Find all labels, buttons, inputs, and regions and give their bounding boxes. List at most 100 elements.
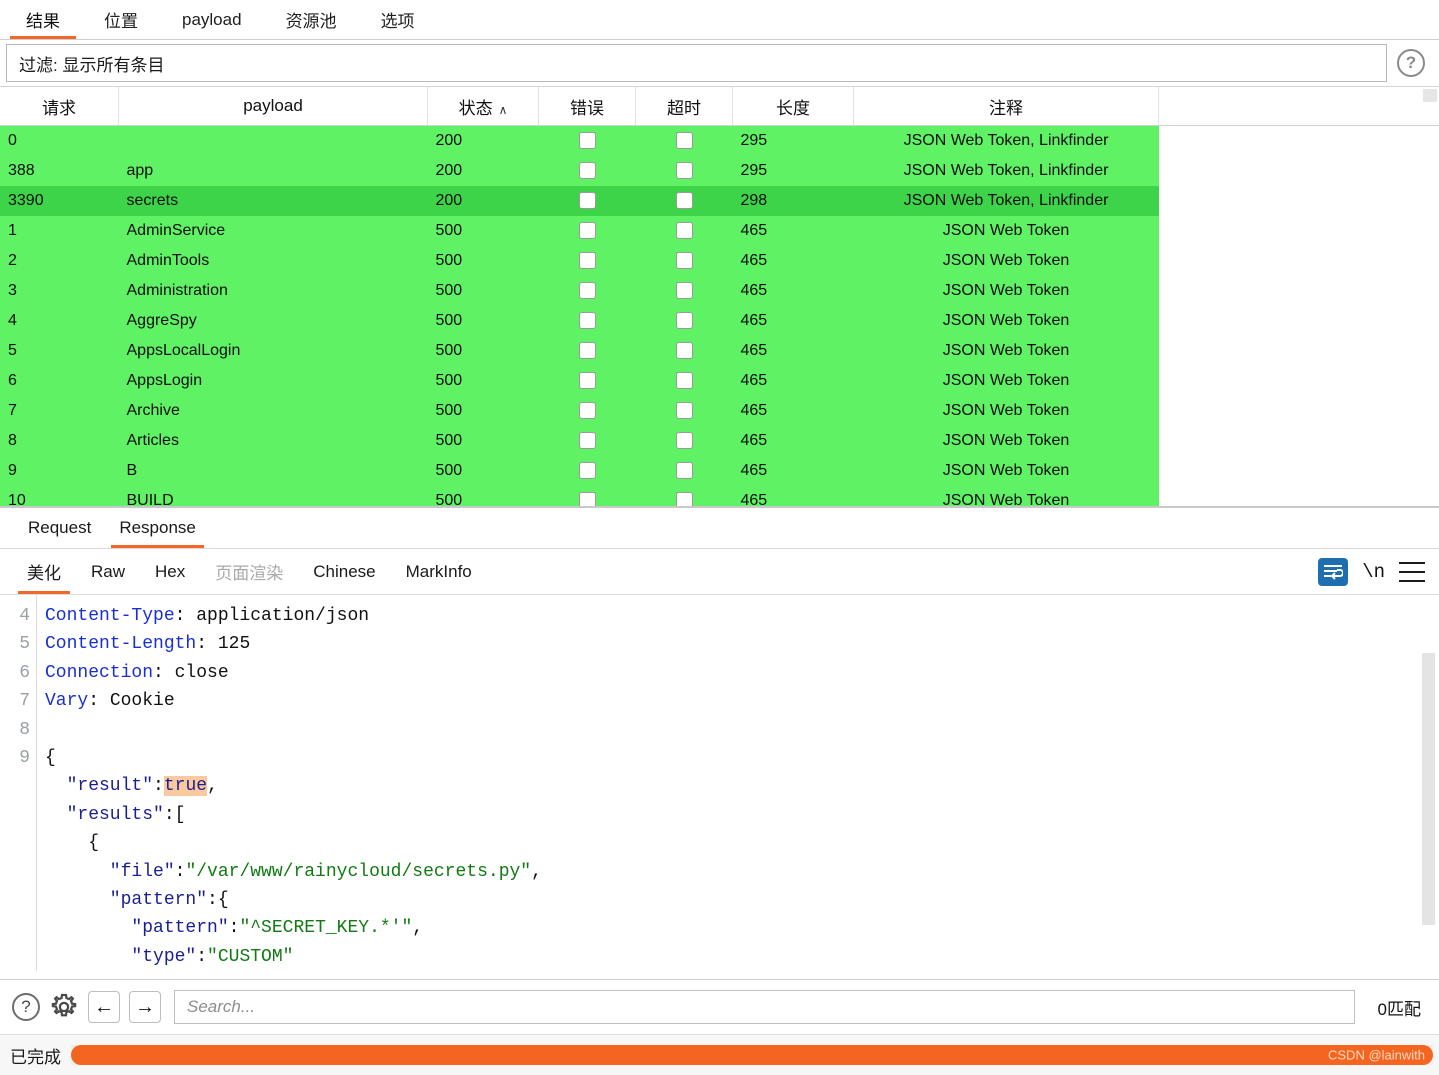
timeout-checkbox[interactable]	[675, 342, 693, 360]
error-checkbox[interactable]	[578, 132, 596, 150]
cell-status: 500	[435, 432, 463, 449]
tab-pretty[interactable]: 美化	[12, 549, 76, 594]
search-next-button[interactable]: →	[129, 991, 161, 1023]
timeout-checkbox[interactable]	[675, 132, 693, 150]
timeout-checkbox[interactable]	[675, 162, 693, 180]
table-row[interactable]: 9 B 500 465 JSON Web Token	[0, 456, 1439, 486]
results-vertical-scrollbar[interactable]	[1423, 89, 1437, 102]
code-token: "results"	[45, 804, 164, 825]
newline-indicator[interactable]: \n	[1362, 561, 1385, 583]
error-checkbox[interactable]	[578, 402, 596, 420]
table-row[interactable]: 3390 secrets 200 298 JSON Web Token, Linkfin…	[0, 186, 1439, 216]
tab-chinese[interactable]: Chinese	[298, 549, 390, 594]
cell-request: 4	[8, 312, 17, 329]
tab-response[interactable]: Response	[105, 508, 210, 548]
error-checkbox[interactable]	[578, 432, 596, 450]
timeout-checkbox[interactable]	[675, 252, 693, 270]
timeout-checkbox[interactable]	[675, 282, 693, 300]
error-checkbox[interactable]	[578, 222, 596, 240]
cell-length: 465	[740, 252, 768, 269]
search-input[interactable]: Search...	[174, 990, 1355, 1024]
timeout-checkbox[interactable]	[675, 192, 693, 210]
cell-filler	[1158, 246, 1439, 276]
cell-status: 200	[435, 162, 463, 179]
response-editor[interactable]: 456789 Content-Type: application/json Con…	[0, 595, 1439, 979]
search-previous-button[interactable]: ←	[88, 991, 120, 1023]
cell-payload: AppsLocalLogin	[126, 342, 241, 359]
filter-input[interactable]: 过滤: 显示所有条目	[6, 44, 1387, 82]
burp-intruder-window: 结果 位置 payload 资源池 选项 过滤: 显示所有条目 ? 请求 pay…	[0, 0, 1439, 1075]
tab-payload[interactable]: payload	[160, 0, 264, 39]
error-checkbox[interactable]	[578, 372, 596, 390]
cell-length: 295	[740, 162, 768, 179]
editor-content[interactable]: Content-Type: application/json Content-Le…	[37, 595, 1439, 971]
word-wrap-icon[interactable]	[1318, 557, 1349, 586]
cell-filler	[1158, 396, 1439, 426]
cell-filler	[1158, 306, 1439, 336]
error-checkbox[interactable]	[578, 462, 596, 480]
error-checkbox[interactable]	[578, 312, 596, 330]
line-number	[0, 943, 30, 971]
error-checkbox[interactable]	[578, 492, 596, 506]
table-row[interactable]: 2 AdminTools 500 465 JSON Web Token	[0, 246, 1439, 276]
table-row[interactable]: 8 Articles 500 465 JSON Web Token	[0, 426, 1439, 456]
line-number	[0, 914, 30, 942]
error-checkbox[interactable]	[578, 342, 596, 360]
help-circle-icon[interactable]: ?	[1397, 49, 1425, 77]
cell-filler	[1158, 276, 1439, 306]
column-header-request[interactable]: 请求	[0, 87, 119, 126]
cell-payload: AdminService	[126, 222, 226, 239]
column-header-timeout[interactable]: 超时	[635, 87, 733, 126]
table-row[interactable]: 1 AdminService 500 465 JSON Web Token	[0, 216, 1439, 246]
column-header-error[interactable]: 错误	[538, 87, 636, 126]
gear-icon[interactable]	[49, 992, 79, 1022]
tab-positions-label: 位置	[104, 12, 138, 31]
table-row[interactable]: 3 Administration 500 465 JSON Web Token	[0, 276, 1439, 306]
line-number	[0, 772, 30, 800]
tab-resource-pool[interactable]: 资源池	[264, 0, 359, 39]
code-token: "pattern"	[45, 918, 229, 939]
error-checkbox[interactable]	[578, 192, 596, 210]
filter-text: 过滤: 显示所有条目	[19, 55, 165, 75]
table-row[interactable]: 5 AppsLocalLogin 500 465 JSON Web Token	[0, 336, 1439, 366]
error-checkbox[interactable]	[578, 282, 596, 300]
tab-positions[interactable]: 位置	[82, 0, 160, 39]
column-header-length[interactable]: 长度	[732, 87, 854, 126]
table-row[interactable]: 7 Archive 500 465 JSON Web Token	[0, 396, 1439, 426]
tab-hex[interactable]: Hex	[140, 549, 200, 594]
column-header-status[interactable]: 状态 ∧	[427, 87, 539, 126]
cell-status: 500	[435, 312, 463, 329]
error-checkbox[interactable]	[578, 162, 596, 180]
tab-raw[interactable]: Raw	[76, 549, 140, 594]
table-row[interactable]: 10 BUILD 500 465 JSON Web Token	[0, 486, 1439, 506]
error-checkbox[interactable]	[578, 252, 596, 270]
hamburger-menu-icon[interactable]	[1399, 561, 1425, 582]
timeout-checkbox[interactable]	[675, 222, 693, 240]
table-row[interactable]: 4 AggreSpy 500 465 JSON Web Token	[0, 306, 1439, 336]
table-row[interactable]: 6 AppsLogin 500 465 JSON Web Token	[0, 366, 1439, 396]
tab-markinfo[interactable]: MarkInfo	[391, 549, 487, 594]
cell-payload: B	[126, 462, 138, 479]
timeout-checkbox[interactable]	[675, 402, 693, 420]
cell-payload: AppsLogin	[126, 372, 203, 389]
forward-arrow-icon: →	[135, 995, 155, 1018]
timeout-checkbox[interactable]	[675, 492, 693, 506]
timeout-checkbox[interactable]	[675, 432, 693, 450]
timeout-checkbox[interactable]	[675, 462, 693, 480]
table-row[interactable]: 0 200 295 JSON Web Token, Linkfinder	[0, 125, 1439, 156]
timeout-checkbox[interactable]	[675, 312, 693, 330]
cell-comment: JSON Web Token	[942, 432, 1070, 449]
cell-payload: secrets	[126, 192, 179, 209]
cell-timeout	[636, 186, 733, 216]
tab-options[interactable]: 选项	[359, 0, 437, 39]
tab-request[interactable]: Request	[14, 508, 105, 548]
table-row[interactable]: 388 app 200 295 JSON Web Token, Linkfinder	[0, 156, 1439, 186]
editor-vertical-scrollbar[interactable]	[1422, 653, 1435, 925]
column-header-payload[interactable]: payload	[118, 87, 428, 126]
timeout-checkbox[interactable]	[675, 372, 693, 390]
code-line: Content-Length: 125	[45, 630, 1439, 658]
cell-filler	[1158, 186, 1439, 216]
column-header-comment[interactable]: 注释	[853, 87, 1159, 126]
tab-results[interactable]: 结果	[4, 0, 82, 39]
help-icon[interactable]: ?	[12, 993, 40, 1021]
